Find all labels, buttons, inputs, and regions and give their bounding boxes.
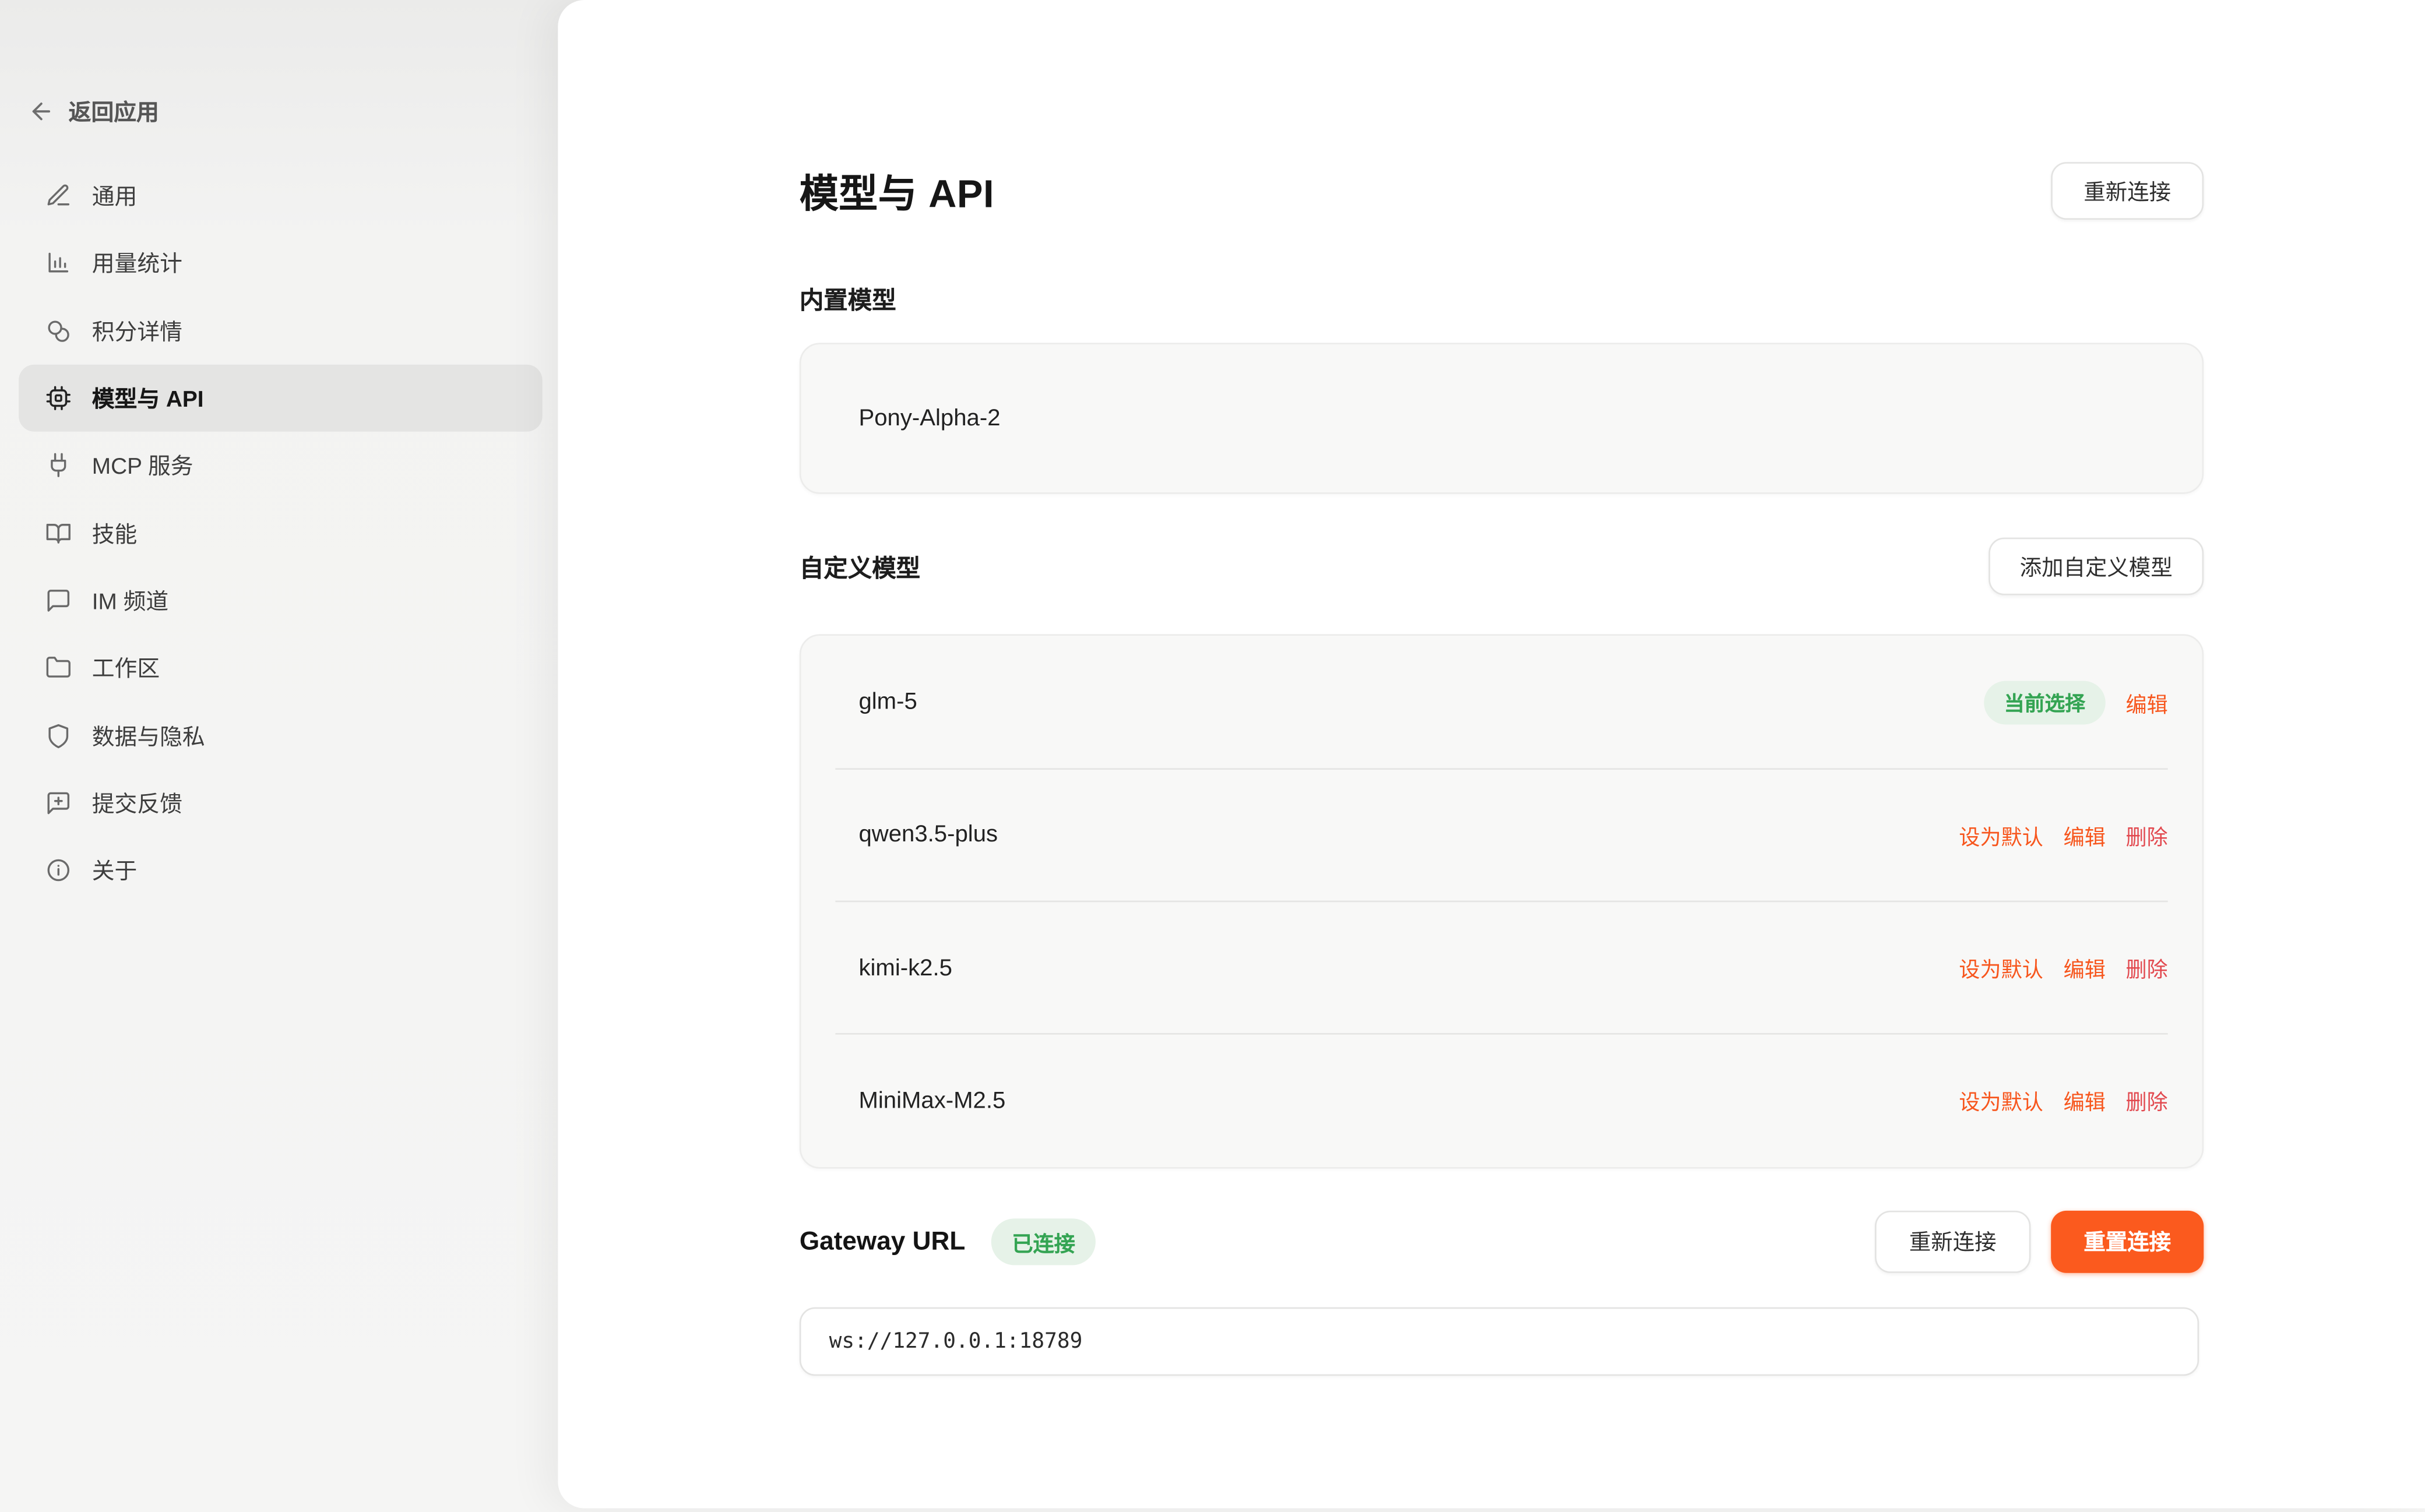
custom-models-header: 自定义模型 添加自定义模型	[800, 538, 2204, 595]
back-to-app-button[interactable]: 返回应用	[28, 86, 159, 136]
message-square-plus-icon	[45, 790, 72, 816]
sidebar-item-feedback[interactable]: 提交反馈	[19, 769, 543, 837]
set-default-link[interactable]: 设为默认	[1959, 819, 2043, 850]
sidebar-item-about[interactable]: 关于	[19, 837, 543, 904]
model-row-minimax-m2-5: MiniMax-M2.5 设为默认 编辑 删除	[801, 1034, 2202, 1167]
row-actions: 设为默认 编辑 删除	[1959, 952, 2167, 983]
sidebar: 返回应用 通用 用量统计 积分详情 模型与 API MCP 服务	[0, 0, 558, 1512]
model-row-qwen3-5-plus: qwen3.5-plus 设为默认 编辑 删除	[801, 769, 2202, 901]
builtin-models-section-label: 内置模型	[800, 282, 2204, 316]
sidebar-item-skills[interactable]: 技能	[19, 499, 543, 567]
model-row-glm-5: glm-5 当前选择 编辑	[801, 636, 2202, 769]
folder-icon	[45, 655, 72, 681]
model-row-kimi-k2-5: kimi-k2.5 设为默认 编辑 删除	[801, 901, 2202, 1034]
edit-link[interactable]: 编辑	[2126, 686, 2168, 717]
page-header: 模型与 API 重新连接	[800, 162, 2204, 220]
sidebar-item-mcp[interactable]: MCP 服务	[19, 432, 543, 499]
bar-chart-icon	[45, 250, 72, 276]
gateway-label-group: Gateway URL 已连接	[800, 1218, 1096, 1265]
sidebar-item-label: 通用	[92, 179, 138, 212]
custom-models-section-label: 自定义模型	[800, 549, 920, 584]
gateway-url-input[interactable]	[800, 1307, 2199, 1376]
set-default-link[interactable]: 设为默认	[1959, 952, 2043, 983]
custom-models-list: glm-5 当前选择 编辑 qwen3.5-plus 设为默认 编辑 删除 ki…	[800, 634, 2204, 1168]
sidebar-item-label: 模型与 API	[92, 382, 204, 414]
plug-icon	[45, 452, 72, 478]
model-name: qwen3.5-plus	[858, 822, 998, 848]
gateway-section-header: Gateway URL 已连接 重新连接 重置连接	[800, 1211, 2204, 1273]
edit-link[interactable]: 编辑	[2064, 819, 2106, 850]
delete-link[interactable]: 删除	[2126, 952, 2168, 983]
sidebar-item-credits[interactable]: 积分详情	[19, 297, 543, 365]
gateway-buttons: 重新连接 重置连接	[1875, 1211, 2204, 1273]
sidebar-item-label: IM 频道	[92, 584, 168, 617]
sidebar-item-label: 技能	[92, 517, 138, 549]
sidebar-item-general[interactable]: 通用	[19, 162, 543, 230]
book-open-icon	[45, 520, 72, 546]
sidebar-item-label: 提交反馈	[92, 787, 182, 819]
delete-link[interactable]: 删除	[2126, 819, 2168, 850]
back-label: 返回应用	[69, 94, 159, 127]
main-panel: 模型与 API 重新连接 内置模型 Pony-Alpha-2 自定义模型 添加自…	[558, 0, 2425, 1507]
model-name: kimi-k2.5	[858, 954, 952, 981]
info-icon	[45, 857, 72, 883]
model-name: MiniMax-M2.5	[858, 1087, 1005, 1113]
gateway-reset-button[interactable]: 重置连接	[2051, 1211, 2204, 1273]
message-square-icon	[45, 587, 72, 614]
edit-link[interactable]: 编辑	[2064, 952, 2106, 983]
sidebar-item-im-channels[interactable]: IM 频道	[19, 567, 543, 635]
sidebar-item-label: 关于	[92, 854, 138, 887]
gateway-url-label: Gateway URL	[800, 1227, 965, 1257]
arrow-left-icon	[28, 97, 54, 124]
sidebar-item-workspace[interactable]: 工作区	[19, 635, 543, 702]
add-custom-model-button[interactable]: 添加自定义模型	[1988, 538, 2204, 595]
builtin-model-name: Pony-Alpha-2	[858, 405, 1000, 431]
coins-icon	[45, 318, 72, 344]
shield-icon	[45, 722, 72, 749]
sidebar-item-label: 数据与隐私	[92, 719, 205, 752]
set-default-link[interactable]: 设为默认	[1959, 1085, 2043, 1116]
row-actions: 当前选择 编辑	[1984, 681, 2168, 724]
settings-window: 返回应用 通用 用量统计 积分详情 模型与 API MCP 服务	[0, 0, 2425, 1512]
sidebar-item-label: MCP 服务	[92, 449, 193, 482]
sidebar-nav: 通用 用量统计 积分详情 模型与 API MCP 服务 技能	[19, 162, 543, 904]
edit-link[interactable]: 编辑	[2064, 1085, 2106, 1116]
sidebar-item-label: 用量统计	[92, 247, 182, 280]
model-name: glm-5	[858, 689, 917, 715]
row-actions: 设为默认 编辑 删除	[1959, 819, 2167, 850]
sidebar-item-label: 工作区	[92, 651, 160, 684]
page-title: 模型与 API	[800, 163, 994, 218]
sidebar-item-usage-stats[interactable]: 用量统计	[19, 230, 543, 297]
sidebar-item-models-api[interactable]: 模型与 API	[19, 364, 543, 432]
delete-link[interactable]: 删除	[2126, 1085, 2168, 1116]
builtin-model-card: Pony-Alpha-2	[800, 343, 2204, 494]
cpu-icon	[45, 385, 72, 411]
sidebar-item-label: 积分详情	[92, 314, 182, 347]
pen-icon	[45, 182, 72, 209]
row-actions: 设为默认 编辑 删除	[1959, 1085, 2167, 1116]
gateway-reconnect-button[interactable]: 重新连接	[1875, 1211, 2030, 1273]
sidebar-item-data-privacy[interactable]: 数据与隐私	[19, 702, 543, 769]
connected-status-badge: 已连接	[992, 1218, 1096, 1265]
reconnect-button[interactable]: 重新连接	[2051, 162, 2204, 220]
current-selection-badge: 当前选择	[1984, 681, 2106, 724]
